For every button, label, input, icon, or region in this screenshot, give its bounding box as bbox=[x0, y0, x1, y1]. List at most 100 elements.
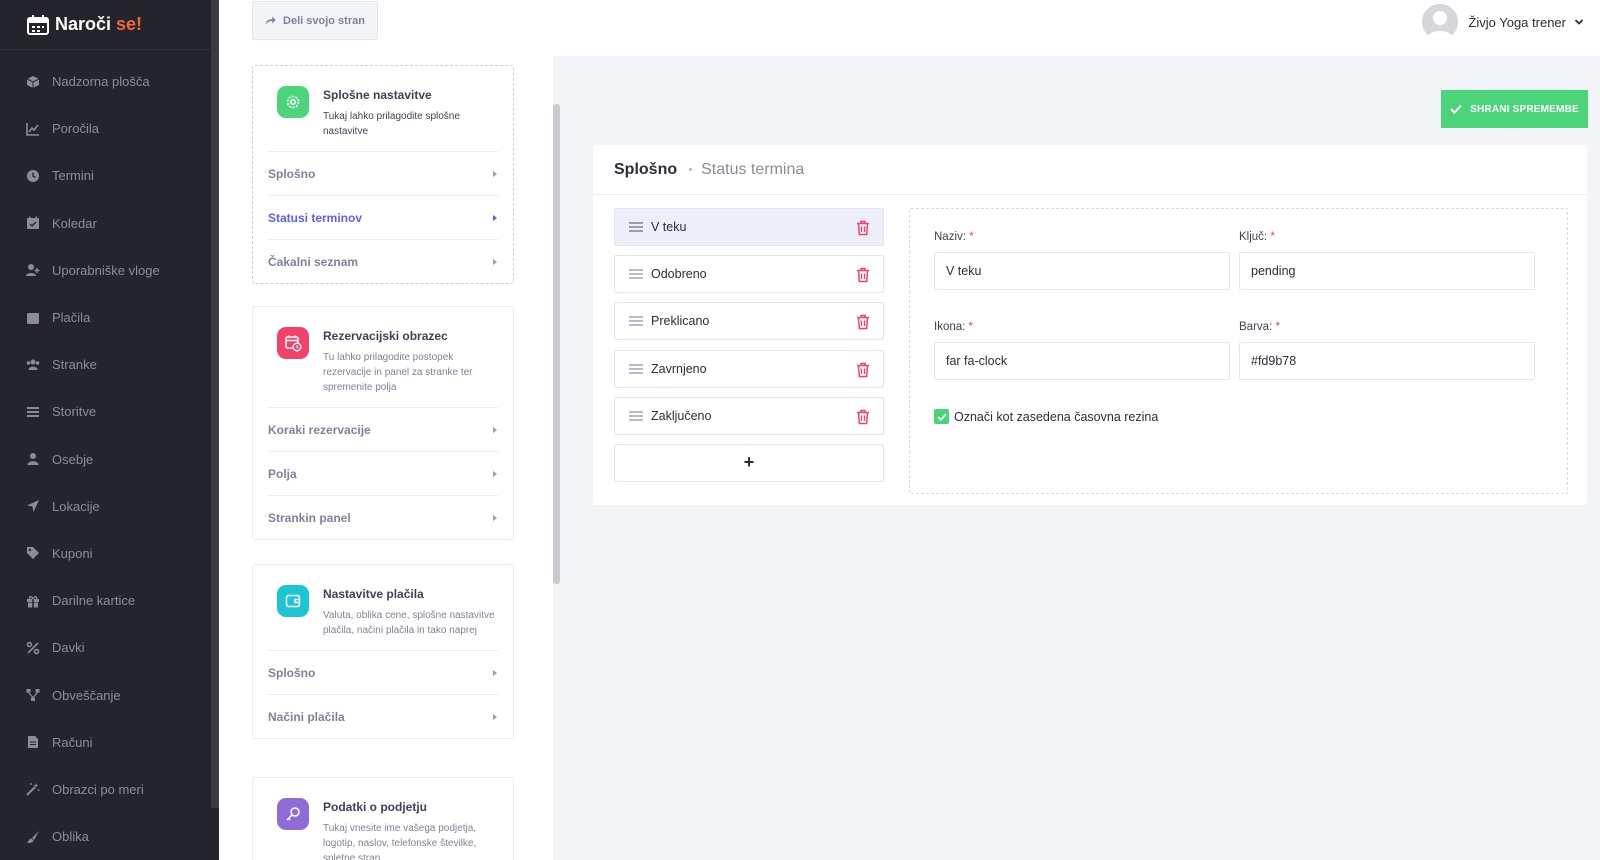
sidebar-item-label: Uporabniške vloge bbox=[52, 262, 160, 278]
status-item-rejected[interactable]: Zavrnjeno bbox=[614, 349, 884, 388]
trash-icon[interactable] bbox=[856, 362, 870, 378]
payment-settings-card: Nastavitve plačila Valuta, oblika cene, … bbox=[252, 564, 514, 739]
sidebar-item-payments[interactable]: Plačila bbox=[0, 294, 219, 341]
busy-slot-label: Označi kot zasedena časovna rezina bbox=[954, 409, 1159, 424]
status-list: V teku Odobreno Preklicano Zavrnjeno Zak… bbox=[614, 208, 884, 482]
settings-link-booking-steps[interactable]: Koraki rezervacije bbox=[268, 407, 498, 451]
sidebar-item-label: Osebje bbox=[52, 451, 94, 467]
topbar: Deli svojo stran Živjo Yoga trener bbox=[219, 0, 1600, 56]
color-input[interactable]: #fd9b78 bbox=[1239, 342, 1535, 380]
sidebar-item-dashboard[interactable]: Nadzorna plošča bbox=[0, 58, 219, 105]
sidebar-scrollbar[interactable] bbox=[211, 0, 219, 808]
settings-link-general[interactable]: Splošno bbox=[268, 151, 498, 195]
status-item-in-progress[interactable]: V teku bbox=[614, 208, 884, 246]
sidebar-item-label: Termini bbox=[52, 168, 94, 184]
drag-handle-icon[interactable] bbox=[629, 316, 643, 327]
caret-right-icon bbox=[493, 214, 497, 221]
busy-slot-checkbox-row[interactable]: Označi kot zasedena časovna rezina bbox=[934, 409, 1158, 424]
location-arrow-icon bbox=[26, 499, 40, 513]
drag-handle-icon[interactable] bbox=[629, 411, 643, 421]
caret-right-icon bbox=[493, 514, 497, 521]
sidebar-item-appointments[interactable]: Termini bbox=[0, 152, 219, 199]
user-menu[interactable]: Živjo Yoga trener bbox=[1422, 4, 1584, 40]
sidebar-item-coupons[interactable]: Kuponi bbox=[0, 530, 219, 577]
caret-right-icon bbox=[493, 258, 497, 265]
trash-icon[interactable] bbox=[856, 314, 870, 330]
save-changes-button[interactable]: SHRANI SPREMEMBE bbox=[1441, 90, 1588, 128]
add-status-button[interactable]: + bbox=[614, 443, 884, 482]
chevron-down-icon bbox=[1574, 19, 1584, 25]
sidebar-item-label: Obrazci po meri bbox=[52, 781, 144, 797]
color-label: Barva: * bbox=[1239, 321, 1280, 333]
sidebar-item-label: Računi bbox=[52, 734, 93, 750]
required-mark: * bbox=[968, 321, 974, 333]
avatar bbox=[1422, 4, 1459, 40]
trash-icon[interactable] bbox=[856, 267, 870, 283]
settings-link-payment-general[interactable]: Splošno bbox=[268, 650, 498, 694]
drag-handle-icon[interactable] bbox=[629, 222, 643, 232]
icon-input[interactable]: far fa-clock bbox=[934, 342, 1230, 380]
status-editor-card: Splošno Status termina V teku Odobreno P… bbox=[593, 145, 1587, 505]
caret-right-icon bbox=[493, 426, 497, 433]
sidebar-item-gift-cards[interactable]: Darilne kartice bbox=[0, 577, 219, 624]
required-mark: * bbox=[969, 231, 974, 243]
sidebar: Naroči se! Nadzorna plošča Poročila Termi… bbox=[0, 0, 219, 860]
chart-icon bbox=[26, 122, 40, 136]
sidebar-item-taxes[interactable]: Davki bbox=[0, 624, 219, 671]
caret-right-icon bbox=[493, 713, 497, 720]
settings-panel-scrollbar[interactable] bbox=[553, 104, 560, 584]
sidebar-item-locations[interactable]: Lokacije bbox=[0, 483, 219, 530]
sidebar-item-label: Lokacije bbox=[52, 498, 100, 514]
drag-handle-icon[interactable] bbox=[629, 269, 643, 279]
name-input[interactable]: V teku bbox=[934, 252, 1230, 290]
settings-link-fields[interactable]: Polja bbox=[268, 451, 498, 495]
check-icon bbox=[936, 413, 947, 421]
booking-form-card: Rezervacijski obrazec Tu lahko prilagodi… bbox=[252, 306, 514, 540]
brand-accent: se! bbox=[116, 14, 143, 34]
required-mark: * bbox=[1275, 321, 1280, 333]
gift-icon bbox=[26, 594, 40, 608]
sidebar-item-customers[interactable]: Stranke bbox=[0, 341, 219, 388]
caret-right-icon bbox=[493, 170, 497, 177]
trash-icon[interactable] bbox=[856, 220, 870, 236]
key-field-group: Ključ: * pending bbox=[1239, 231, 1535, 290]
sidebar-item-custom-forms[interactable]: Obrazci po meri bbox=[0, 766, 219, 813]
drag-handle-icon[interactable] bbox=[629, 363, 643, 374]
brand-logo[interactable]: Naroči se! bbox=[0, 0, 219, 50]
sidebar-item-staff[interactable]: Osebje bbox=[0, 436, 219, 483]
sidebar-item-label: Darilne kartice bbox=[52, 593, 136, 609]
general-settings-card: Splošne nastavitve Tukaj lahko prilagodi… bbox=[252, 65, 514, 284]
busy-slot-checkbox[interactable] bbox=[934, 409, 949, 424]
sidebar-item-calendar[interactable]: Koledar bbox=[0, 200, 219, 247]
sidebar-item-reports[interactable]: Poročila bbox=[0, 105, 219, 152]
card-description: Valuta, oblika cene, splošne nastavitve … bbox=[323, 610, 495, 636]
sidebar-item-label: Obveščanje bbox=[52, 687, 121, 703]
gear-icon bbox=[277, 86, 309, 118]
settings-panel: Splošne nastavitve Tukaj lahko prilagodi… bbox=[219, 56, 553, 860]
settings-link-label: Načini plačila bbox=[268, 709, 345, 724]
share-page-button[interactable]: Deli svojo stran bbox=[252, 1, 378, 40]
settings-link-payment-methods[interactable]: Načini plačila bbox=[268, 694, 498, 738]
sidebar-item-notifications[interactable]: Obveščanje bbox=[0, 671, 219, 718]
sidebar-item-invoices[interactable]: Računi bbox=[0, 719, 219, 766]
sidebar-item-label: Poročila bbox=[52, 121, 99, 137]
trash-icon[interactable] bbox=[856, 409, 870, 425]
key-input[interactable]: pending bbox=[1239, 252, 1535, 290]
card-title: Podatki o podjetju bbox=[323, 800, 427, 814]
card-description: Tukaj vnesite ime vašega podjetja, logot… bbox=[323, 823, 477, 860]
settings-link-label: Koraki rezervacije bbox=[268, 422, 371, 437]
settings-link-waiting-list[interactable]: Čakalni seznam bbox=[268, 239, 498, 283]
status-item-cancelled[interactable]: Preklicano bbox=[614, 302, 884, 341]
settings-link-appointment-statuses[interactable]: Statusi terminov bbox=[268, 195, 498, 239]
sidebar-item-label: Nadzorna plošča bbox=[52, 74, 150, 90]
name-label: Naziv: * bbox=[934, 231, 974, 243]
sidebar-item-appearance[interactable]: Oblika bbox=[0, 813, 219, 860]
status-item-approved[interactable]: Odobreno bbox=[614, 255, 884, 294]
wallet-icon bbox=[277, 585, 309, 617]
status-item-completed[interactable]: Zaključeno bbox=[614, 396, 884, 435]
brush-icon bbox=[26, 830, 40, 844]
settings-link-customer-panel[interactable]: Strankin panel bbox=[268, 495, 498, 539]
sidebar-item-user-roles[interactable]: Uporabniške vloge bbox=[0, 247, 219, 294]
sidebar-item-label: Oblika bbox=[52, 829, 89, 845]
sidebar-item-services[interactable]: Storitve bbox=[0, 388, 219, 435]
